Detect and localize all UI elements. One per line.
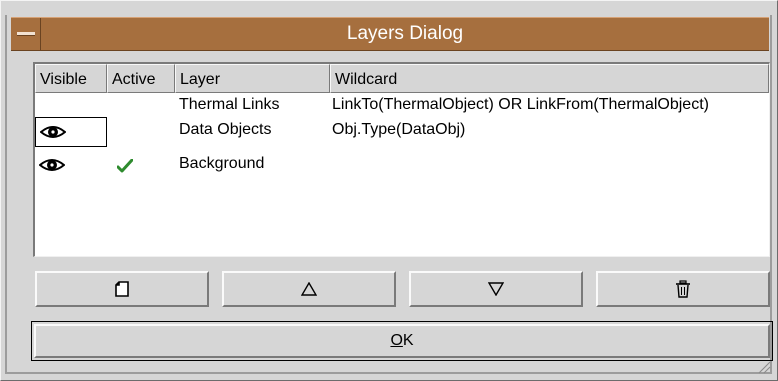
- layer-name: Background: [179, 155, 265, 172]
- window-menu-button[interactable]: [11, 18, 41, 50]
- window-title: Layers Dialog: [346, 23, 464, 44]
- visible-toggle[interactable]: [35, 117, 107, 147]
- active-check-icon[interactable]: [117, 159, 133, 173]
- column-header-active[interactable]: Active: [107, 64, 175, 93]
- ok-mnemonic: O: [390, 332, 403, 349]
- ok-button-focus-ring: OK: [31, 321, 773, 361]
- table-row[interactable]: Background: [35, 151, 769, 181]
- layers-table[interactable]: Visible Active Layer Wildcard Thermal Li…: [33, 62, 770, 257]
- move-down-icon: [488, 282, 504, 296]
- visible-toggle[interactable]: [35, 151, 107, 181]
- layer-name: Data Objects: [179, 121, 272, 138]
- column-header-wildcard[interactable]: Wildcard: [330, 64, 769, 93]
- move-up-button[interactable]: [222, 271, 396, 307]
- window-menu-icon: [17, 32, 35, 36]
- title-bar[interactable]: Layers Dialog: [11, 17, 769, 51]
- move-up-icon: [301, 282, 317, 296]
- resize-grip-icon[interactable]: [757, 360, 771, 374]
- eye-icon: [39, 159, 65, 171]
- delete-layer-button[interactable]: [596, 271, 770, 307]
- layer-wildcard: Obj.Type(DataObj): [332, 121, 466, 138]
- trash-icon: [676, 280, 690, 298]
- column-header-layer[interactable]: Layer: [175, 64, 330, 93]
- new-layer-button[interactable]: [35, 271, 209, 307]
- ok-label-rest: K: [402, 332, 414, 349]
- layers-dialog-window: Layers Dialog Visible Active Layer Wildc…: [0, 0, 778, 381]
- table-row[interactable]: Data Objects Obj.Type(DataObj): [35, 117, 769, 147]
- eye-icon: [40, 126, 66, 138]
- table-header: Visible Active Layer Wildcard: [35, 64, 769, 93]
- new-layer-icon: [115, 281, 129, 297]
- dialog-content: Visible Active Layer Wildcard Thermal Li…: [23, 59, 773, 370]
- table-row[interactable]: Thermal Links LinkTo(ThermalObject) OR L…: [35, 93, 769, 117]
- ok-button[interactable]: OK: [34, 324, 770, 358]
- move-down-button[interactable]: [409, 271, 583, 307]
- column-header-visible[interactable]: Visible: [35, 64, 107, 93]
